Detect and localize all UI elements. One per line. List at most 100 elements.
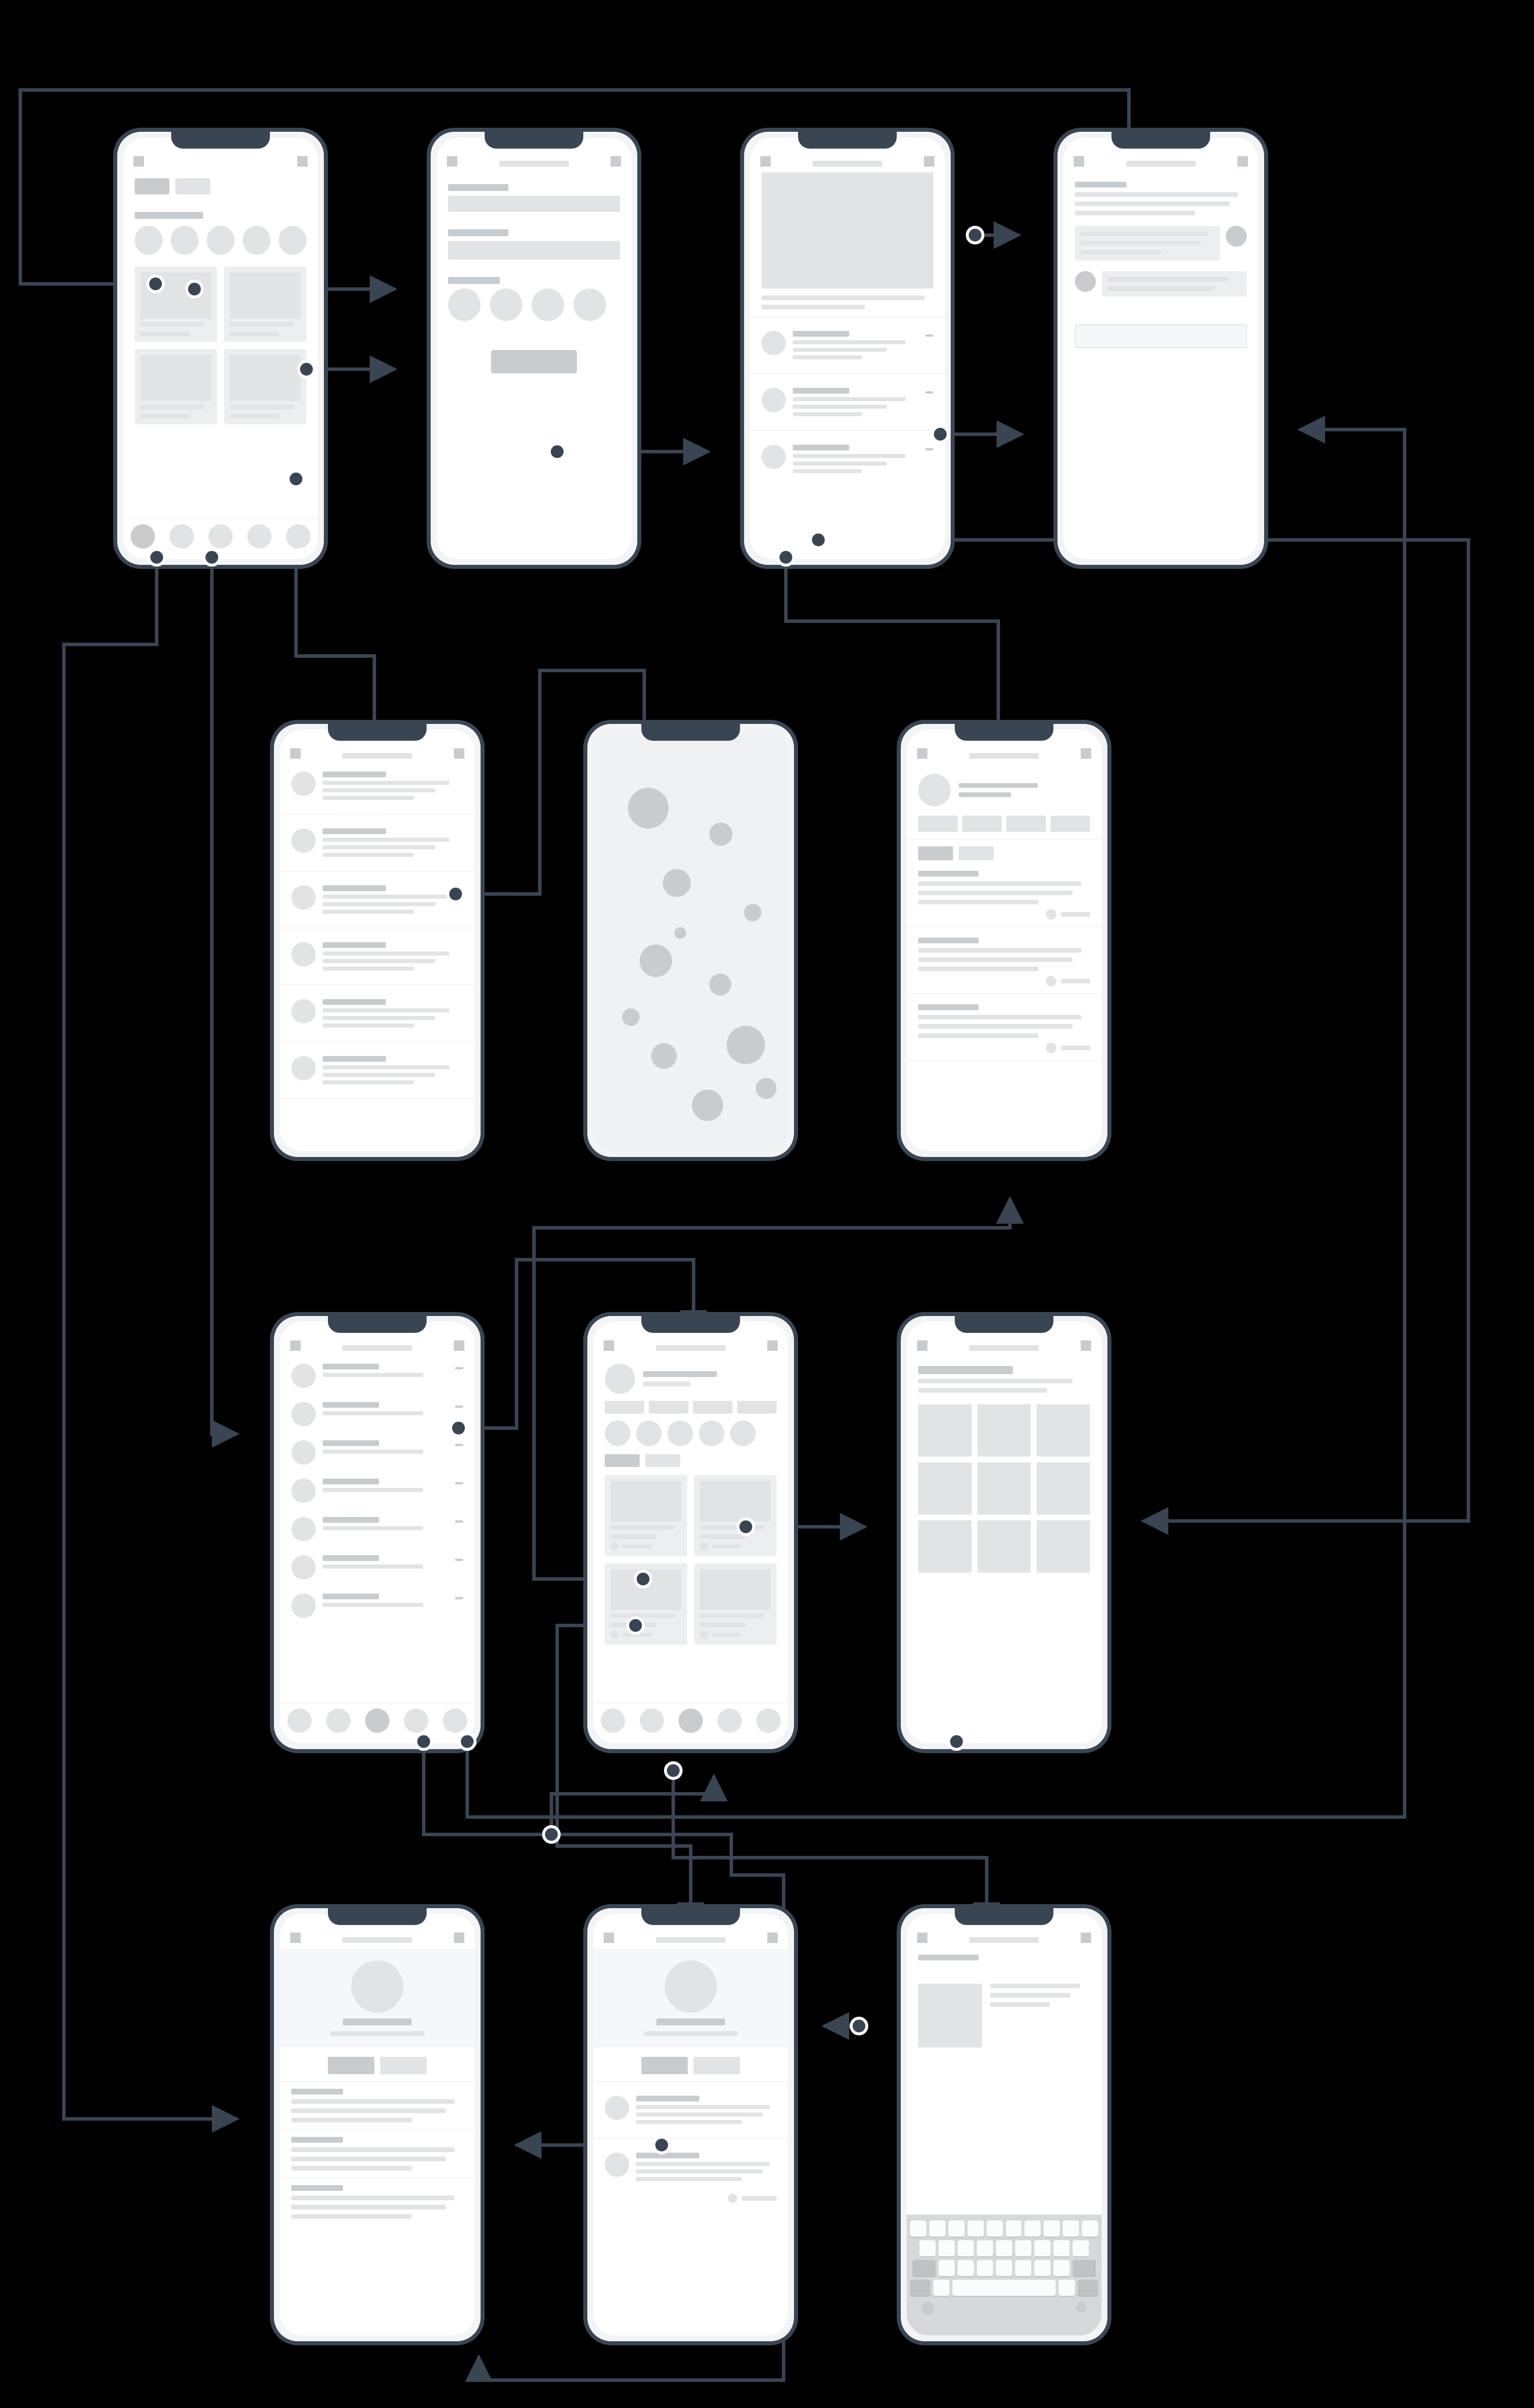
key[interactable] [1034,2240,1051,2256]
key[interactable] [958,2240,974,2256]
list-item[interactable] [750,438,945,480]
key[interactable] [1006,2220,1022,2237]
bubble[interactable] [727,1026,765,1064]
bubble[interactable] [651,1043,677,1069]
more-icon[interactable] [925,391,933,394]
key[interactable] [958,2260,974,2276]
list-item[interactable] [280,821,475,864]
photo-cell[interactable] [1037,1404,1090,1457]
more-icon[interactable] [455,1597,463,1599]
key[interactable] [912,2260,936,2276]
key[interactable] [939,2240,955,2256]
action-icon[interactable] [1237,156,1248,167]
key[interactable] [1073,2260,1096,2276]
stat-pill[interactable] [962,816,1002,832]
key[interactable] [996,2240,1012,2256]
more-icon[interactable] [455,1444,463,1446]
key[interactable] [1073,2240,1089,2256]
menu-icon[interactable] [290,1340,301,1351]
menu-icon[interactable] [447,156,457,167]
emoji-icon[interactable] [922,2302,934,2315]
primary-button[interactable] [328,2057,374,2074]
stat-pill[interactable] [918,816,958,832]
tab-item[interactable] [404,1708,428,1733]
key[interactable] [1044,2220,1060,2237]
key[interactable] [1053,2260,1070,2276]
action-icon[interactable] [454,748,464,759]
menu-icon[interactable] [917,748,927,759]
story-avatar[interactable] [171,226,198,255]
menu-icon[interactable] [1074,156,1084,167]
category-circle[interactable] [532,289,564,321]
list-item[interactable] [593,2089,788,2131]
tab-item[interactable] [443,1708,467,1733]
story-avatar[interactable] [207,226,234,255]
key[interactable] [1015,2240,1031,2256]
list-item[interactable] [280,1548,475,1587]
post-card[interactable] [605,1475,687,1556]
list-item[interactable] [280,1395,475,1433]
tab-item[interactable] [287,1708,312,1733]
list-item[interactable] [280,992,475,1034]
secondary-button[interactable] [694,2057,740,2074]
key[interactable] [1059,2280,1075,2296]
bubble[interactable] [692,1090,723,1121]
list-item[interactable] [280,1510,475,1548]
photo-cell[interactable] [1037,1520,1090,1573]
action-icon[interactable] [1081,1340,1091,1351]
chip[interactable] [175,178,210,194]
key[interactable] [1063,2220,1079,2237]
photo-cell[interactable] [977,1520,1031,1573]
action-icon[interactable] [454,1340,464,1351]
action-icon[interactable] [1081,1933,1091,1943]
action-icon[interactable] [297,156,308,167]
list-item[interactable] [280,1433,475,1472]
key[interactable] [1078,2280,1098,2296]
tab-item[interactable] [326,1708,351,1733]
list-item[interactable] [750,381,945,423]
key[interactable] [919,2240,936,2256]
key[interactable] [977,2260,993,2276]
category-circle[interactable] [573,289,606,321]
key[interactable] [1082,2220,1098,2237]
tab-item[interactable] [286,524,311,549]
more-icon[interactable] [455,1559,463,1561]
menu-icon[interactable] [917,1340,927,1351]
menu-icon[interactable] [290,1933,301,1943]
bubble[interactable] [663,869,691,897]
tab-item[interactable] [640,1708,664,1733]
photo-cell[interactable] [977,1462,1031,1515]
list-item[interactable] [280,1357,475,1395]
tab-item[interactable] [208,524,233,549]
chip[interactable] [135,178,169,194]
secondary-button[interactable] [380,2057,427,2074]
list-item[interactable] [280,1587,475,1625]
more-icon[interactable] [455,1367,463,1369]
bubble[interactable] [756,1078,777,1099]
key[interactable] [996,2260,1012,2276]
category-circle[interactable] [490,289,522,321]
key[interactable] [1024,2220,1041,2237]
tab-item[interactable] [601,1708,625,1733]
photo-cell[interactable] [918,1404,972,1457]
feed-card[interactable] [135,266,217,342]
stat-pill[interactable] [1051,816,1090,832]
list-item[interactable] [750,324,945,366]
key[interactable] [968,2220,984,2237]
menu-icon[interactable] [917,1933,927,1943]
list-item[interactable] [280,878,475,921]
stat-pill[interactable] [1006,816,1046,832]
bubble[interactable] [744,904,761,921]
key[interactable] [1034,2260,1051,2276]
key[interactable] [910,2220,926,2237]
bubble[interactable] [709,823,732,846]
tab-item[interactable] [247,524,272,549]
key[interactable] [948,2220,965,2237]
list-item[interactable] [280,1472,475,1510]
tab-item[interactable] [756,1708,781,1733]
mic-icon[interactable] [1076,2302,1087,2312]
feed-card[interactable] [224,266,306,342]
key[interactable] [1053,2240,1070,2256]
tab-item[interactable] [717,1708,742,1733]
compose-area[interactable] [907,1984,1102,2047]
